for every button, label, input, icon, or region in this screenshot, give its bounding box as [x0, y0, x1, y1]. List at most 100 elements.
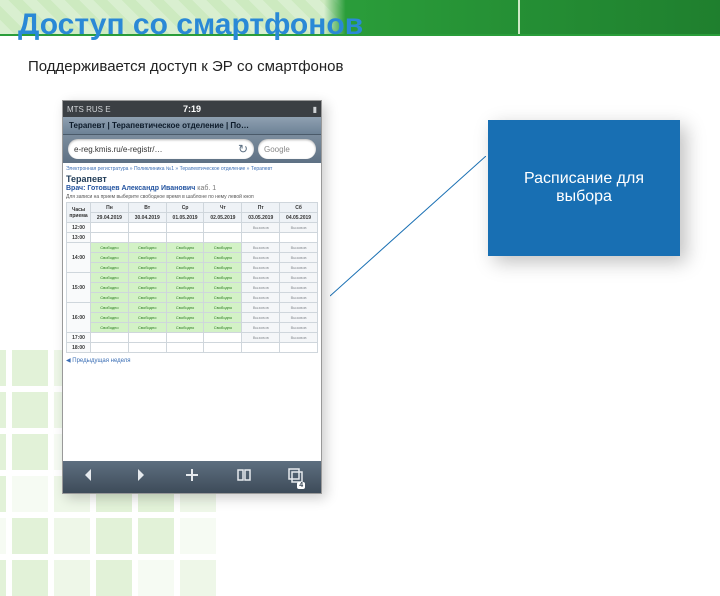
slot-empty	[128, 343, 166, 353]
slot-empty	[128, 233, 166, 243]
time-cell: 14:00	[67, 243, 91, 273]
slot-empty	[242, 233, 280, 243]
day-header: Сб	[280, 203, 318, 213]
search-input[interactable]: Google	[258, 139, 316, 159]
slot-free[interactable]: Свободно	[91, 313, 129, 323]
slot-free[interactable]: Свободно	[166, 303, 204, 313]
slot-free[interactable]: Свободно	[204, 323, 242, 333]
slot-free[interactable]: Свободно	[204, 273, 242, 283]
slot-free[interactable]: Свободно	[91, 243, 129, 253]
slot-empty	[242, 343, 280, 353]
slot-blocked: Вызовов	[242, 273, 280, 283]
table-row: СвободноСвободноСвободноСвободноВызововВ…	[67, 283, 318, 293]
slide-subtitle: Поддерживается доступ к ЭР со смартфонов	[28, 58, 343, 75]
page-content: Электронная регистратура » Поликлиника №…	[63, 163, 321, 463]
slot-free[interactable]: Свободно	[128, 313, 166, 323]
back-button[interactable]	[81, 467, 97, 488]
slot-free[interactable]: Свободно	[204, 243, 242, 253]
slot-blocked: Вызовов	[242, 303, 280, 313]
slot-free[interactable]: Свободно	[91, 273, 129, 283]
slot-free[interactable]: Свободно	[166, 253, 204, 263]
slot-free[interactable]: Свободно	[166, 323, 204, 333]
slot-free[interactable]: Свободно	[91, 253, 129, 263]
slot-blocked: Вызовов	[280, 283, 318, 293]
slot-free[interactable]: Свободно	[166, 283, 204, 293]
add-button[interactable]	[184, 467, 200, 488]
status-time: 7:19	[183, 104, 201, 114]
specialty-heading: Терапевт	[66, 174, 318, 184]
breadcrumb[interactable]: Электронная регистратура » Поликлиника №…	[66, 166, 318, 172]
slot-free[interactable]: Свободно	[91, 303, 129, 313]
day-header: Вт	[128, 203, 166, 213]
slot-blocked: Вызовов	[280, 333, 318, 343]
doctor-name: Врач: Готовцев Александр Иванович каб. 1	[66, 185, 318, 192]
slot-free[interactable]: Свободно	[91, 283, 129, 293]
url-input[interactable]: e-reg.kmis.ru/e-registr/… ↻	[68, 139, 254, 159]
carrier-label: MTS RUS E	[67, 105, 111, 114]
slot-free[interactable]: Свободно	[166, 243, 204, 253]
battery-icon: ▮	[313, 105, 317, 114]
slot-free[interactable]: Свободно	[204, 263, 242, 273]
table-row: 14:00СвободноСвободноСвободноСвободноВыз…	[67, 243, 318, 253]
forward-button[interactable]	[132, 467, 148, 488]
phone-mock: MTS RUS E 7:19 ▮ Терапевт | Терапевтичес…	[62, 100, 322, 494]
browser-tab-title: Терапевт | Терапевтическое отделение | П…	[63, 117, 321, 135]
url-bar: e-reg.kmis.ru/e-registr/… ↻ Google	[63, 135, 321, 163]
slot-blocked: Вызовов	[280, 253, 318, 263]
slot-free[interactable]: Свободно	[128, 253, 166, 263]
slot-free[interactable]: Свободно	[128, 303, 166, 313]
slot-free[interactable]: Свободно	[128, 293, 166, 303]
slot-free[interactable]: Свободно	[128, 263, 166, 273]
date-header: 30.04.2019	[128, 213, 166, 223]
time-header: Часы приема	[67, 203, 91, 223]
tabs-button[interactable]: 4	[287, 467, 303, 488]
day-header: Ср	[166, 203, 204, 213]
slot-free[interactable]: Свободно	[204, 303, 242, 313]
slot-free[interactable]: Свободно	[204, 313, 242, 323]
slot-free[interactable]: Свободно	[166, 263, 204, 273]
slot-free[interactable]: Свободно	[128, 283, 166, 293]
time-cell: 18:00	[67, 343, 91, 353]
slot-free[interactable]: Свободно	[166, 313, 204, 323]
table-row: 12:00ВызововВызовов	[67, 223, 318, 233]
table-date-row: 29.04.2019 30.04.2019 01.05.2019 02.05.2…	[67, 213, 318, 223]
slot-free[interactable]: Свободно	[166, 273, 204, 283]
day-header: Чт	[204, 203, 242, 213]
slot-free[interactable]: Свободно	[91, 323, 129, 333]
slot-free[interactable]: Свободно	[128, 273, 166, 283]
reload-icon[interactable]: ↻	[238, 142, 248, 156]
schedule-table: Часы приема Пн Вт Ср Чт Пт Сб 29.04.2019…	[66, 202, 318, 353]
time-cell: 15:00	[67, 273, 91, 303]
slot-free[interactable]: Свободно	[91, 293, 129, 303]
slot-blocked: Вызовов	[242, 243, 280, 253]
slot-blocked: Вызовов	[242, 313, 280, 323]
slot-empty	[280, 343, 318, 353]
table-row: 15:00СвободноСвободноСвободноСвободноВыз…	[67, 273, 318, 283]
slot-blocked: Вызовов	[242, 323, 280, 333]
slot-blocked: Вызовов	[280, 273, 318, 283]
slot-free[interactable]: Свободно	[91, 263, 129, 273]
hint-text: Для записи на прием выберите свободное в…	[66, 194, 318, 200]
prev-week-link[interactable]: ◀ Предыдущая неделя	[66, 357, 131, 364]
slot-empty	[166, 343, 204, 353]
slot-free[interactable]: Свободно	[204, 253, 242, 263]
slot-empty	[128, 223, 166, 233]
slot-free[interactable]: Свободно	[128, 243, 166, 253]
slot-empty	[91, 343, 129, 353]
slot-free[interactable]: Свободно	[204, 293, 242, 303]
slot-empty	[166, 333, 204, 343]
status-bar: MTS RUS E 7:19 ▮	[63, 101, 321, 117]
slot-blocked: Вызовов	[280, 293, 318, 303]
slot-blocked: Вызовов	[242, 223, 280, 233]
bookmarks-button[interactable]	[236, 467, 252, 488]
slot-free[interactable]: Свободно	[204, 283, 242, 293]
callout-connector	[330, 156, 486, 306]
time-cell: 13:00	[67, 233, 91, 243]
slot-empty	[166, 223, 204, 233]
day-header: Пт	[242, 203, 280, 213]
slot-empty	[204, 343, 242, 353]
date-header: 03.05.2019	[242, 213, 280, 223]
slot-free[interactable]: Свободно	[166, 293, 204, 303]
slot-empty	[280, 233, 318, 243]
slot-free[interactable]: Свободно	[128, 323, 166, 333]
